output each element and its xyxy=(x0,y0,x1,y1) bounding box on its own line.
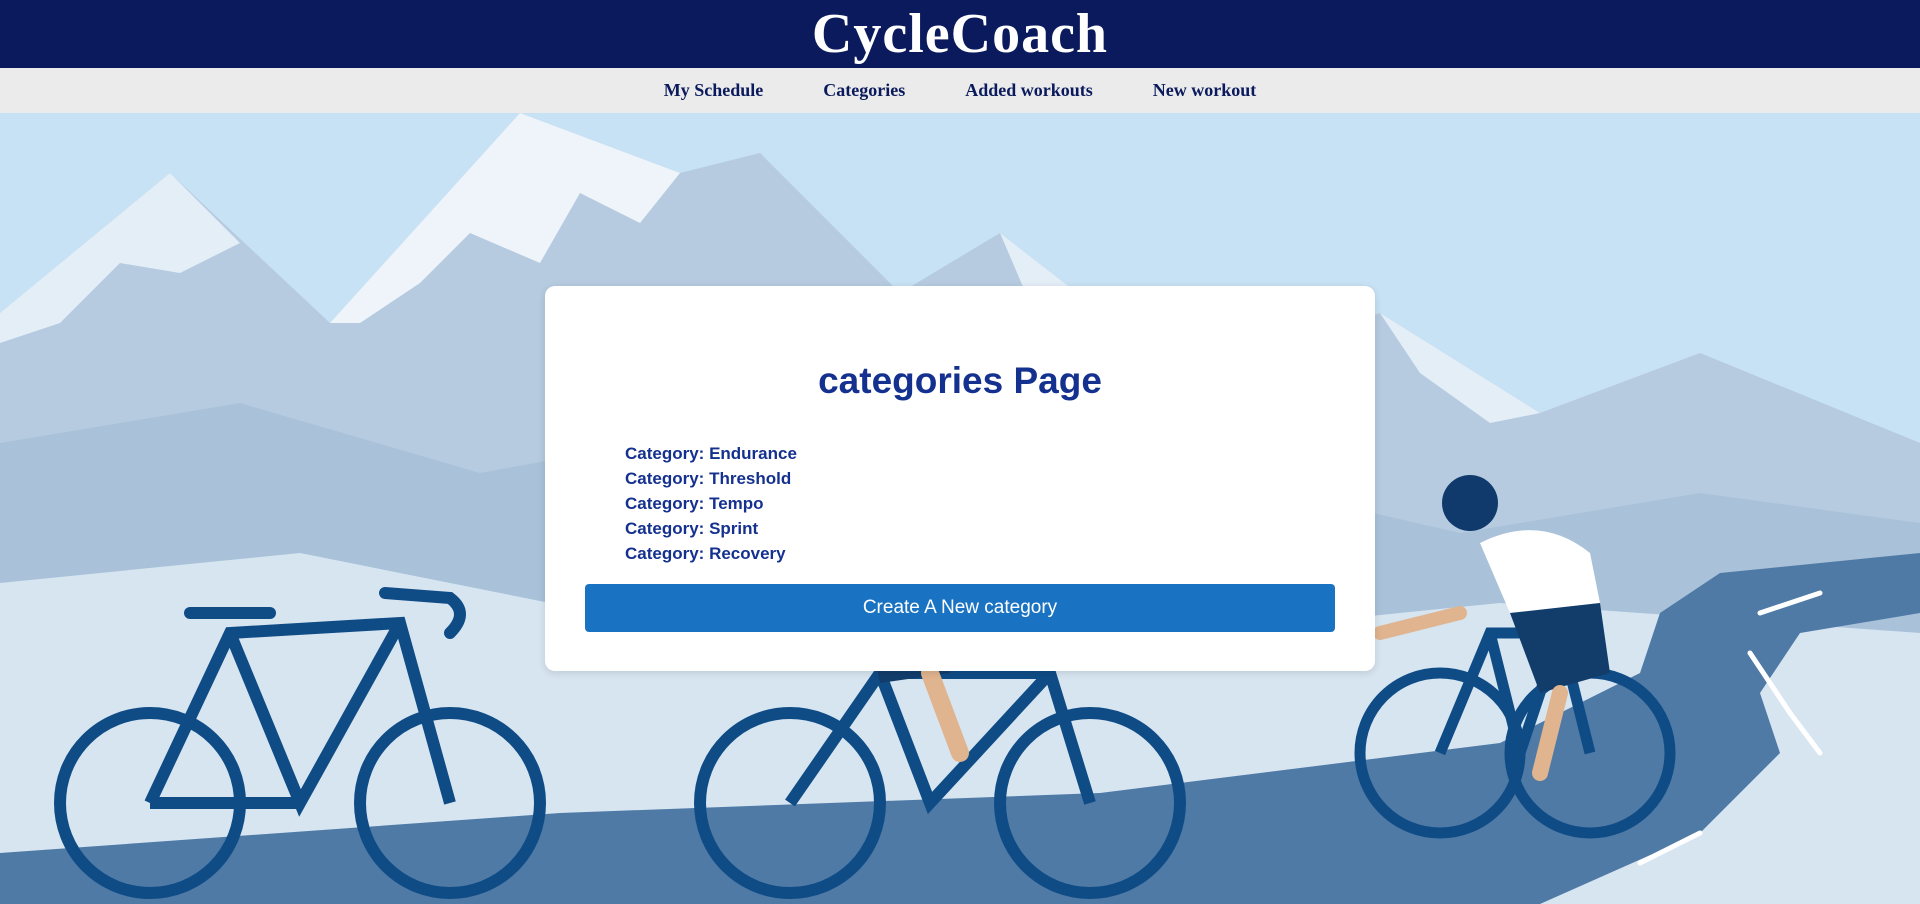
nav-item-added-workouts[interactable]: Added workouts xyxy=(935,80,1123,101)
list-item: Category: Recovery xyxy=(625,544,786,563)
list-item: Category: Threshold xyxy=(625,469,792,488)
background-illustration: categories Page Category: Endurance Cate… xyxy=(0,113,1920,904)
list-item: Category: Sprint xyxy=(625,519,759,538)
nav-item-categories[interactable]: Categories xyxy=(793,80,935,101)
top-header: CycleCoach xyxy=(0,0,1920,68)
list-item: Category: Endurance xyxy=(625,444,797,463)
page-title: categories Page xyxy=(818,360,1102,401)
main-nav: My Schedule Categories Added workouts Ne… xyxy=(0,68,1920,113)
category-list: Category: Endurance Category: Threshold … xyxy=(625,441,797,566)
create-category-button[interactable]: Create A New category xyxy=(585,584,1335,632)
list-item: Category: Tempo xyxy=(625,494,764,513)
nav-item-new-workout[interactable]: New workout xyxy=(1123,80,1287,101)
categories-card: categories Page Category: Endurance Cate… xyxy=(545,286,1375,671)
nav-item-my-schedule[interactable]: My Schedule xyxy=(634,80,794,101)
brand-logo[interactable]: CycleCoach xyxy=(812,0,1108,68)
